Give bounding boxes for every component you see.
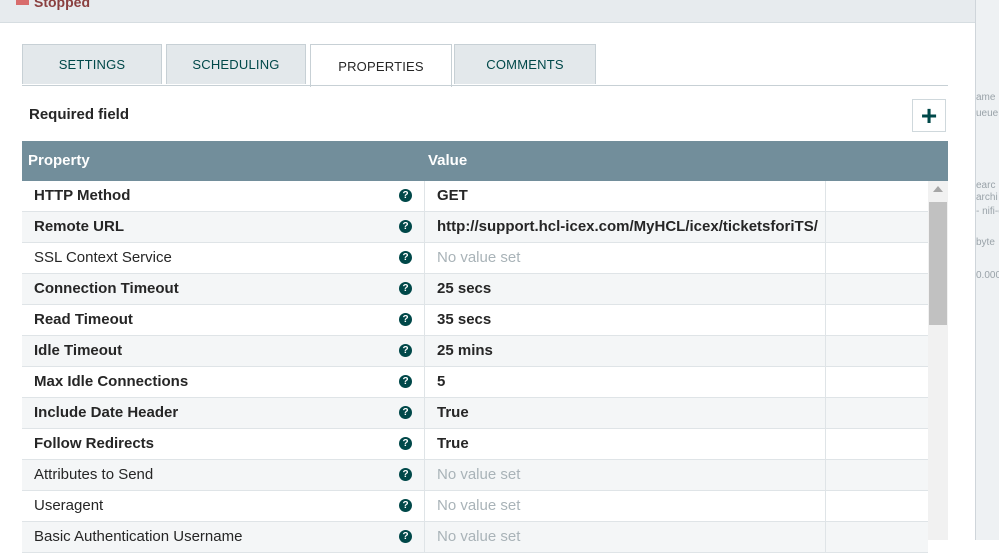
background-text: archi xyxy=(976,192,998,203)
help-icon[interactable]: ? xyxy=(399,437,412,450)
properties-table-header: Property Value xyxy=(22,141,948,181)
table-row[interactable]: Idle Timeout? 25 mins xyxy=(22,336,928,367)
property-name: HTTP Method xyxy=(34,187,131,204)
property-value[interactable]: No value set xyxy=(437,466,520,483)
help-icon[interactable]: ? xyxy=(399,189,412,202)
property-value[interactable]: http://support.hcl-icex.com/MyHCL/icex/t… xyxy=(437,218,818,235)
help-icon[interactable]: ? xyxy=(399,468,412,481)
table-row[interactable]: Useragent? No value set xyxy=(22,491,928,522)
help-icon[interactable]: ? xyxy=(399,499,412,512)
status-bar: Stopped xyxy=(0,0,975,23)
background-text: ueue xyxy=(976,108,999,119)
property-value[interactable]: True xyxy=(437,404,469,421)
table-row[interactable]: Remote URL? http://support.hcl-icex.com/M… xyxy=(22,212,928,243)
column-divider xyxy=(424,460,425,490)
background-text: earc xyxy=(976,180,996,191)
property-value[interactable]: No value set xyxy=(437,249,520,266)
background-text: ame xyxy=(976,92,996,103)
property-name: Attributes to Send xyxy=(34,466,154,483)
column-divider xyxy=(825,367,826,397)
tab-divider xyxy=(22,85,948,86)
table-row[interactable]: Max Idle Connections? 5 xyxy=(22,367,928,398)
property-name: Useragent xyxy=(34,497,104,514)
table-row[interactable]: SSL Context Service? No value set xyxy=(22,243,928,274)
table-scrollbar[interactable] xyxy=(928,181,948,540)
table-row[interactable]: Include Date Header? True xyxy=(22,398,928,429)
table-row[interactable]: Attributes to Send? No value set xyxy=(22,460,928,491)
table-row[interactable]: Basic Authentication Username? No value s… xyxy=(22,522,928,553)
tab-settings[interactable]: SETTINGS xyxy=(22,44,162,84)
property-name: Follow Redirects xyxy=(34,435,155,452)
property-value[interactable]: 25 mins xyxy=(437,342,493,359)
help-icon[interactable]: ? xyxy=(399,344,412,357)
column-divider xyxy=(825,491,826,521)
property-name: Remote URL xyxy=(34,218,125,235)
background-text: byte xyxy=(976,237,995,248)
help-icon[interactable]: ? xyxy=(399,251,412,264)
column-divider xyxy=(825,398,826,428)
column-divider xyxy=(424,336,425,366)
status-text: Stopped xyxy=(34,0,90,10)
tab-comments[interactable]: COMMENTS xyxy=(454,44,596,84)
property-name: SSL Context Service xyxy=(34,249,172,266)
help-icon[interactable]: ? xyxy=(399,220,412,233)
property-value[interactable]: 25 secs xyxy=(437,280,491,297)
background-canvas-sliver: ame ueue earcarchi - nifi-e byte 0.000 xyxy=(975,0,999,540)
help-icon[interactable]: ? xyxy=(399,530,412,543)
property-value[interactable]: 35 secs xyxy=(437,311,491,328)
plus-icon: + xyxy=(920,99,938,131)
column-divider xyxy=(424,305,425,335)
table-row[interactable]: Follow Redirects? True xyxy=(22,429,928,460)
column-divider xyxy=(825,181,826,211)
column-divider xyxy=(424,212,425,242)
column-divider xyxy=(825,460,826,490)
column-header-value: Value xyxy=(428,152,468,169)
help-icon[interactable]: ? xyxy=(399,406,412,419)
help-icon[interactable]: ? xyxy=(399,375,412,388)
tab-properties[interactable]: PROPERTIES xyxy=(310,44,452,87)
property-value[interactable]: True xyxy=(437,435,469,452)
column-divider xyxy=(825,522,826,552)
stopped-status-icon xyxy=(16,0,29,5)
property-name: Connection Timeout xyxy=(34,280,179,297)
column-divider xyxy=(424,367,425,397)
column-divider xyxy=(424,243,425,273)
column-divider xyxy=(825,243,826,273)
column-divider xyxy=(424,429,425,459)
column-divider xyxy=(825,305,826,335)
property-name: Read Timeout xyxy=(34,311,133,328)
property-name: Basic Authentication Username xyxy=(34,528,243,545)
property-name: Max Idle Connections xyxy=(34,373,189,390)
property-value[interactable]: No value set xyxy=(437,497,520,514)
scroll-thumb[interactable] xyxy=(929,202,947,325)
table-row[interactable]: Connection Timeout? 25 secs xyxy=(22,274,928,305)
property-value[interactable]: No value set xyxy=(437,528,520,545)
help-icon[interactable]: ? xyxy=(399,282,412,295)
background-text: - nifi-e xyxy=(976,206,999,217)
column-divider xyxy=(424,274,425,304)
column-header-property: Property xyxy=(28,152,90,169)
table-row[interactable]: Read Timeout? 35 secs xyxy=(22,305,928,336)
column-divider xyxy=(424,491,425,521)
properties-table-body: HTTP Method? GET Remote URL? http://support… xyxy=(22,181,928,553)
column-divider xyxy=(825,336,826,366)
column-divider xyxy=(424,522,425,552)
add-property-button[interactable]: + xyxy=(912,99,946,132)
property-value[interactable]: 5 xyxy=(437,373,445,390)
column-divider xyxy=(424,181,425,211)
property-name: Idle Timeout xyxy=(34,342,123,359)
background-text: 0.000 xyxy=(976,270,999,281)
column-divider xyxy=(424,398,425,428)
column-divider xyxy=(825,429,826,459)
required-field-label: Required field xyxy=(29,106,130,123)
tab-scheduling[interactable]: SCHEDULING xyxy=(166,44,306,84)
column-divider xyxy=(825,274,826,304)
property-value[interactable]: GET xyxy=(437,187,468,204)
column-divider xyxy=(825,212,826,242)
property-name: Include Date Header xyxy=(34,404,179,421)
table-row[interactable]: HTTP Method? GET xyxy=(22,181,928,212)
scroll-up-arrow-icon[interactable] xyxy=(933,186,943,192)
help-icon[interactable]: ? xyxy=(399,313,412,326)
